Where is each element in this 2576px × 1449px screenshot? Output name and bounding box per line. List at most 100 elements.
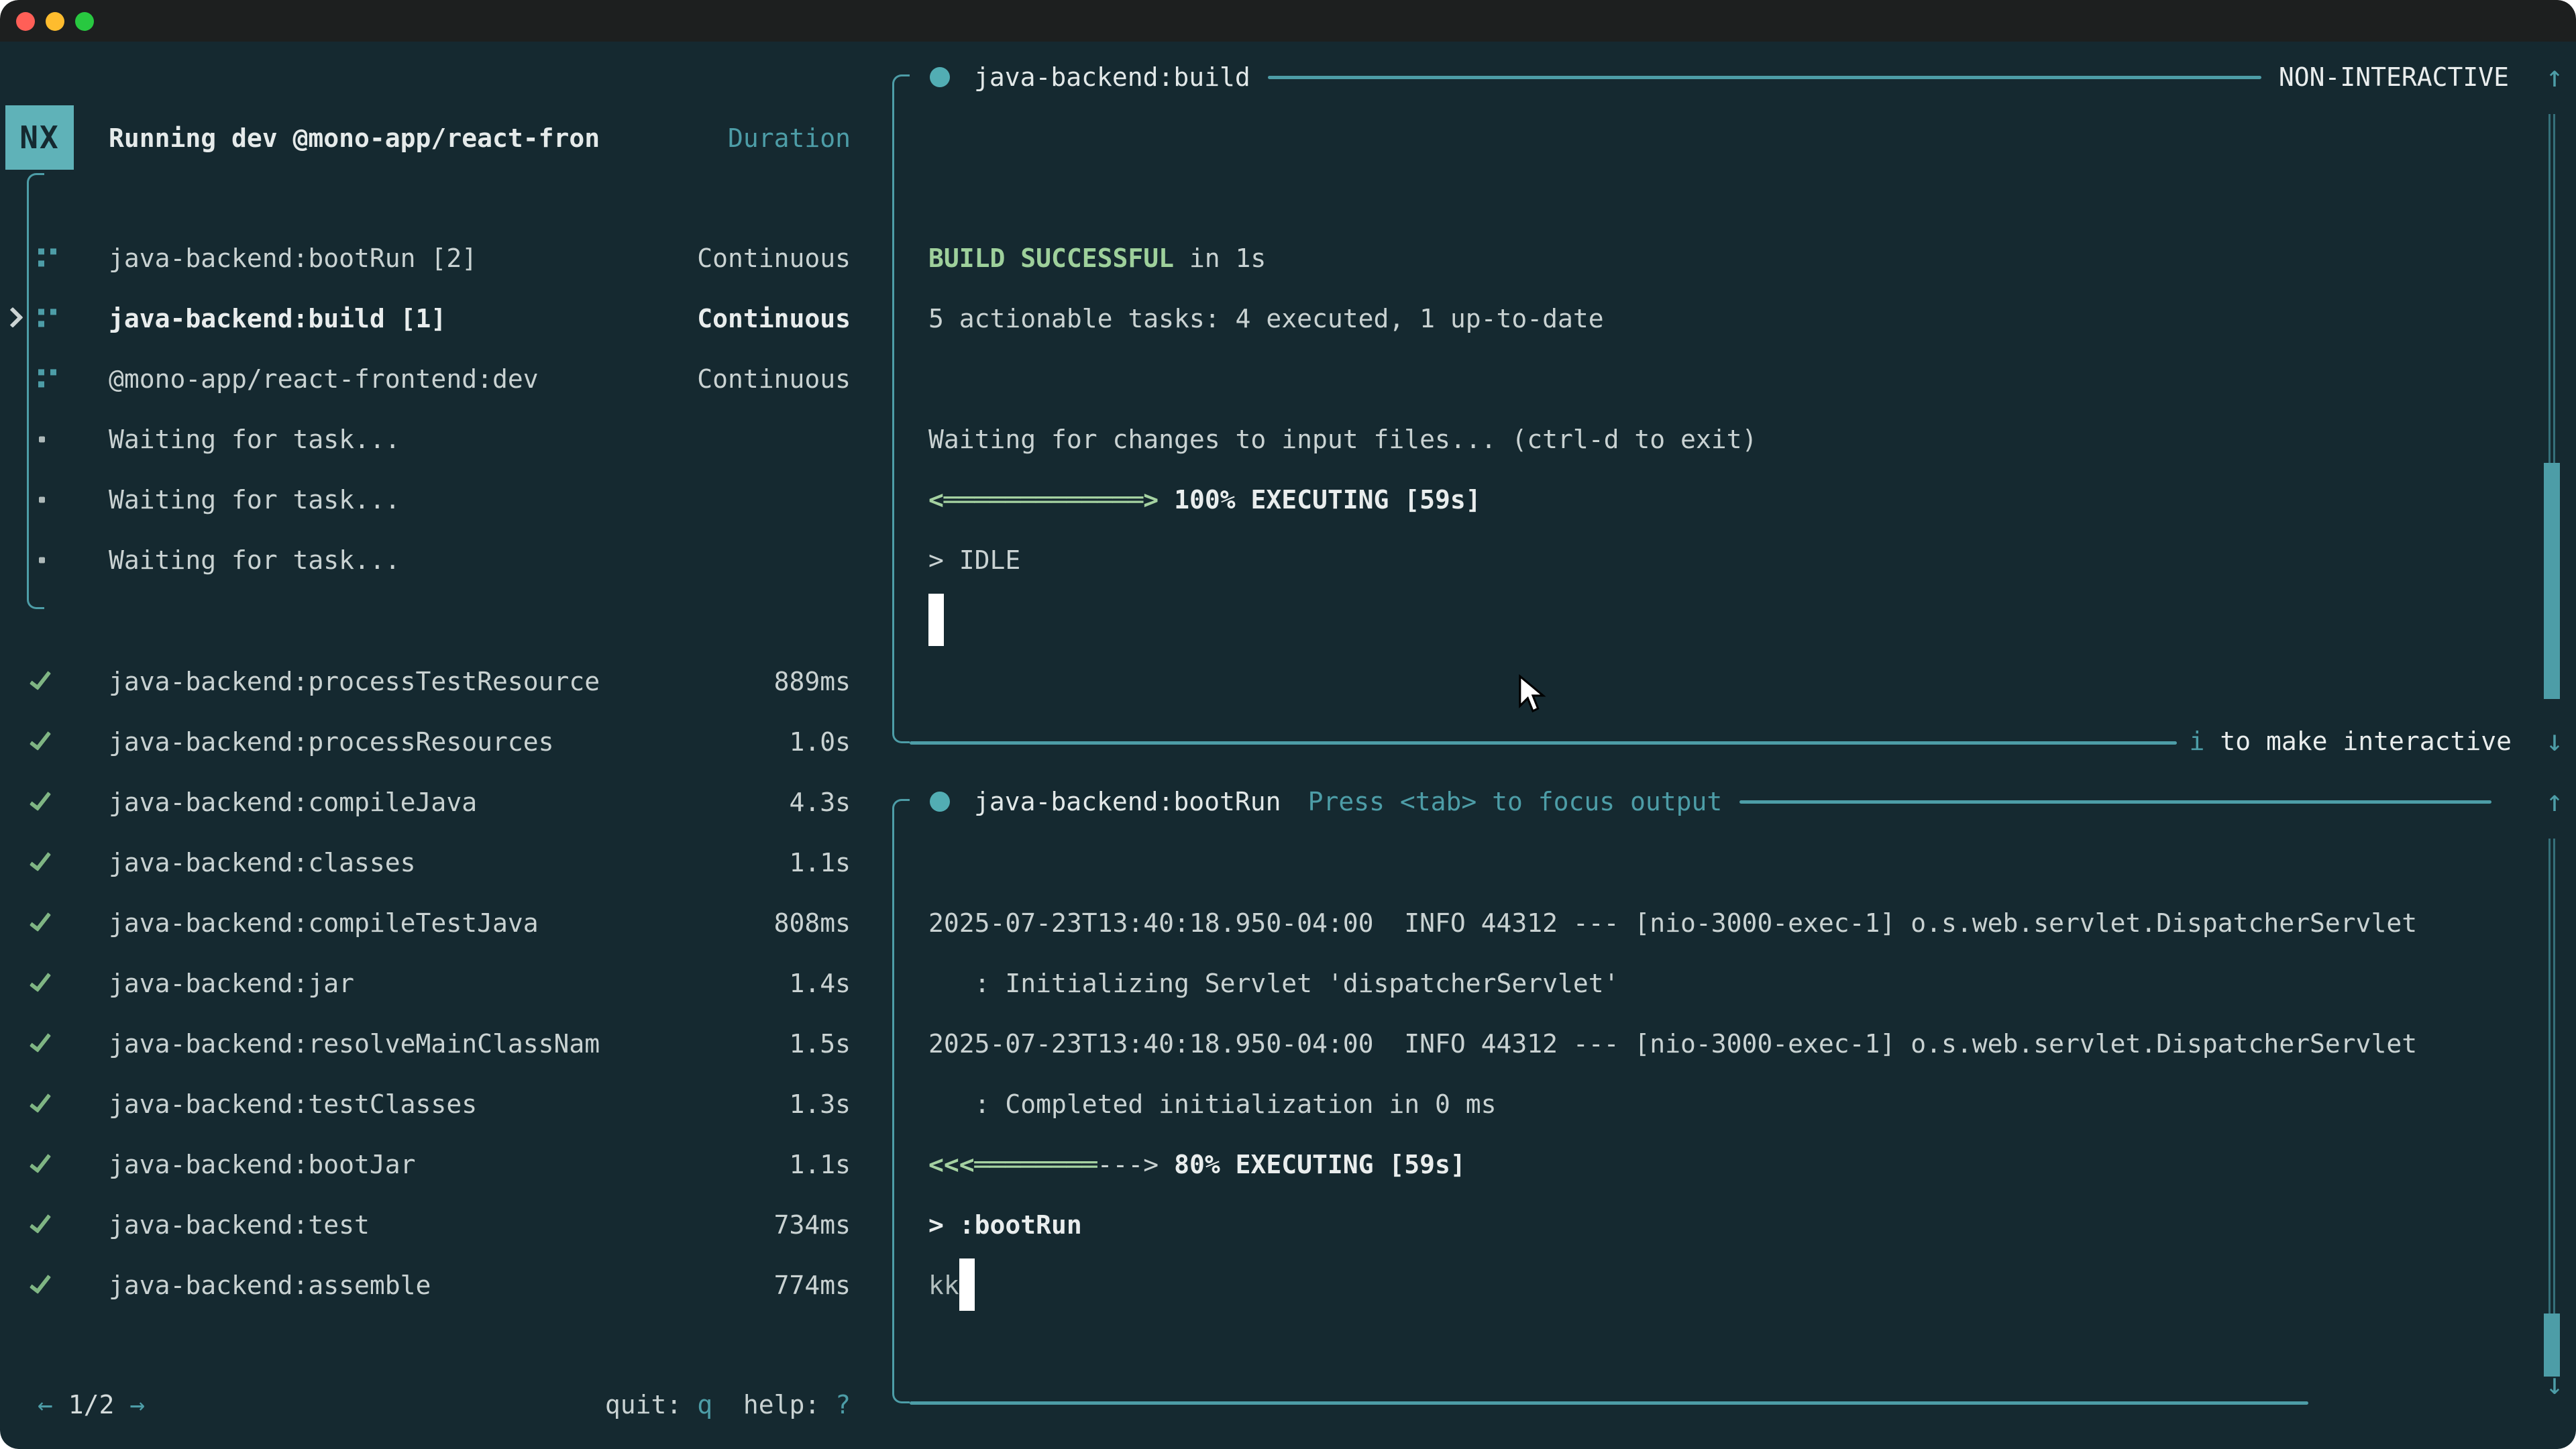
bootrun-pane-bottom-border <box>910 1401 2308 1405</box>
spinner-dot <box>50 369 56 375</box>
check-icon <box>30 848 51 871</box>
task-label: java-backend:bootJar <box>109 1134 416 1195</box>
scroll-down-icon[interactable]: ↓ <box>2534 711 2575 771</box>
sidebar-header: Running dev @mono-app/react-fron Duratio… <box>0 108 892 168</box>
minimize-button[interactable] <box>46 12 64 31</box>
waiting-dot-icon <box>39 497 45 503</box>
cursor-block <box>959 1258 975 1311</box>
spinner-icon <box>38 248 56 266</box>
completed-task-row[interactable]: java-backend:jar1.4s <box>0 953 892 1014</box>
spinner-dot <box>38 369 44 375</box>
completed-task-row[interactable]: java-backend:compileJava 4.3s <box>0 772 892 833</box>
bootrun-scrollbar-track[interactable] <box>2548 839 2555 1375</box>
check-icon <box>30 727 51 751</box>
task-row[interactable]: Waiting for task... <box>0 530 892 590</box>
title-bar <box>0 0 2576 42</box>
spinner-dot <box>38 260 44 266</box>
spinner-icon <box>38 309 56 327</box>
check-icon <box>30 908 51 932</box>
page-next-icon[interactable]: → <box>129 1390 145 1419</box>
output-row: Waiting for changes to input files... (c… <box>928 409 1757 470</box>
header-rule <box>1739 800 2491 804</box>
scroll-down-icon[interactable]: ↓ <box>2534 1354 2575 1415</box>
spinner-dot <box>38 381 44 387</box>
task-duration: 1.3s <box>789 1074 851 1134</box>
task-label: java-backend:processResources <box>109 712 553 772</box>
task-label: java-backend:compileJava <box>109 772 477 833</box>
task-label: java-backend:classes <box>109 833 416 893</box>
output-text: 80% EXECUTING [59s] <box>1174 1150 1466 1179</box>
completed-task-row[interactable]: java-backend:bootJar1.1s <box>0 1134 892 1195</box>
terminal-window: NX Running dev @mono-app/react-fron Dura… <box>0 0 2576 1449</box>
build-pane-title: java-backend:build <box>974 62 1250 92</box>
task-row[interactable]: java-backend:build [1]Continuous <box>0 288 892 349</box>
task-label: java-backend:bootRun [2] <box>109 228 477 288</box>
cursor-block <box>928 594 944 646</box>
task-duration: 1.1s <box>789 833 851 893</box>
terminal: NX Running dev @mono-app/react-fron Dura… <box>0 42 2576 1449</box>
task-label: Waiting for task... <box>109 530 400 590</box>
task-row[interactable]: @mono-app/react-frontend:dev Continuous <box>0 349 892 409</box>
completed-task-row[interactable]: java-backend:classes 1.1s <box>0 833 892 893</box>
spinner-icon <box>38 369 56 387</box>
completed-task-row[interactable]: java-backend:assemble 774ms <box>0 1255 892 1316</box>
output-text: 5 actionable tasks: 4 executed, 1 up-to-… <box>928 304 1604 333</box>
pagination: ← 1/2 → <box>38 1375 145 1435</box>
output-panes: java-backend:build NON-INTERACTIVE BUILD… <box>892 42 2576 1449</box>
output-text: in 1s <box>1174 244 1266 273</box>
build-pane-header[interactable]: java-backend:build NON-INTERACTIVE <box>892 47 2576 107</box>
spinner-dot <box>50 309 56 315</box>
waiting-dot-icon <box>39 557 45 564</box>
completed-task-row[interactable]: java-backend:compileTestJava 808ms <box>0 893 892 953</box>
output-text: 2025-07-23T13:40:18.950-04:00 INFO 44312… <box>928 908 2417 938</box>
zoom-button[interactable] <box>75 12 94 31</box>
task-label: @mono-app/react-frontend:dev <box>109 349 539 409</box>
spinner-dot <box>50 248 56 254</box>
task-duration: 4.3s <box>789 772 851 833</box>
sidebar-footer: ← 1/2 → quit: q help: ? <box>0 1375 892 1435</box>
task-label: java-backend:test <box>109 1195 370 1255</box>
task-label: java-backend:assemble <box>109 1255 431 1316</box>
completed-task-row[interactable]: java-backend:test734ms <box>0 1195 892 1255</box>
output-row <box>928 590 944 651</box>
scroll-up-icon[interactable]: ↑ <box>2534 771 2575 832</box>
task-row[interactable]: Waiting for task... <box>0 470 892 530</box>
completed-task-row[interactable]: java-backend:testClasses1.3s <box>0 1074 892 1134</box>
task-label: java-backend:compileTestJava <box>109 893 539 953</box>
interactive-hint: i to make interactive <box>2190 711 2512 771</box>
check-icon <box>30 1089 51 1113</box>
task-duration: 774ms <box>774 1255 851 1316</box>
build-scrollbar-thumb[interactable] <box>2544 463 2560 699</box>
task-row[interactable]: Waiting for task... <box>0 409 892 470</box>
output-text: : Completed initialization in 0 ms <box>928 1089 1496 1119</box>
task-label: Waiting for task... <box>109 409 400 470</box>
selected-arrow-icon <box>2 307 23 328</box>
completed-task-row[interactable]: java-backend:resolveMainClassNam1.5s <box>0 1014 892 1074</box>
output-text: <<<════════ <box>928 1150 1097 1179</box>
output-row: > IDLE <box>928 530 1020 590</box>
output-text: ---> <box>1097 1150 1159 1179</box>
check-icon <box>30 667 51 690</box>
task-status: Continuous <box>697 228 851 288</box>
task-label: java-backend:jar <box>109 953 354 1014</box>
bootrun-pane-header[interactable]: java-backend:bootRun Press <tab> to focu… <box>892 771 2576 832</box>
scroll-up-icon[interactable]: ↑ <box>2534 47 2575 107</box>
help-key: ? <box>835 1390 851 1419</box>
interactive-hint-text: to make interactive <box>2204 727 2512 756</box>
output-text <box>1159 485 1174 515</box>
task-label: Waiting for task... <box>109 470 400 530</box>
task-status: Continuous <box>697 349 851 409</box>
task-label: java-backend:processTestResource <box>109 651 600 712</box>
completed-task-row[interactable]: java-backend:processTestResource889ms <box>0 651 892 712</box>
header-rule <box>1268 76 2261 79</box>
output-row: : Initializing Servlet 'dispatcherServle… <box>928 953 1619 1014</box>
output-text: BUILD SUCCESSFUL <box>928 244 1174 273</box>
task-label: java-backend:resolveMainClassNam <box>109 1014 600 1074</box>
page-prev-icon[interactable]: ← <box>38 1390 53 1419</box>
check-icon <box>30 1210 51 1234</box>
close-button[interactable] <box>16 12 35 31</box>
output-row: 2025-07-23T13:40:18.950-04:00 INFO 44312… <box>928 893 2417 953</box>
task-duration: 808ms <box>774 893 851 953</box>
completed-task-row[interactable]: java-backend:processResources1.0s <box>0 712 892 772</box>
task-row[interactable]: java-backend:bootRun [2] Continuous <box>0 228 892 288</box>
